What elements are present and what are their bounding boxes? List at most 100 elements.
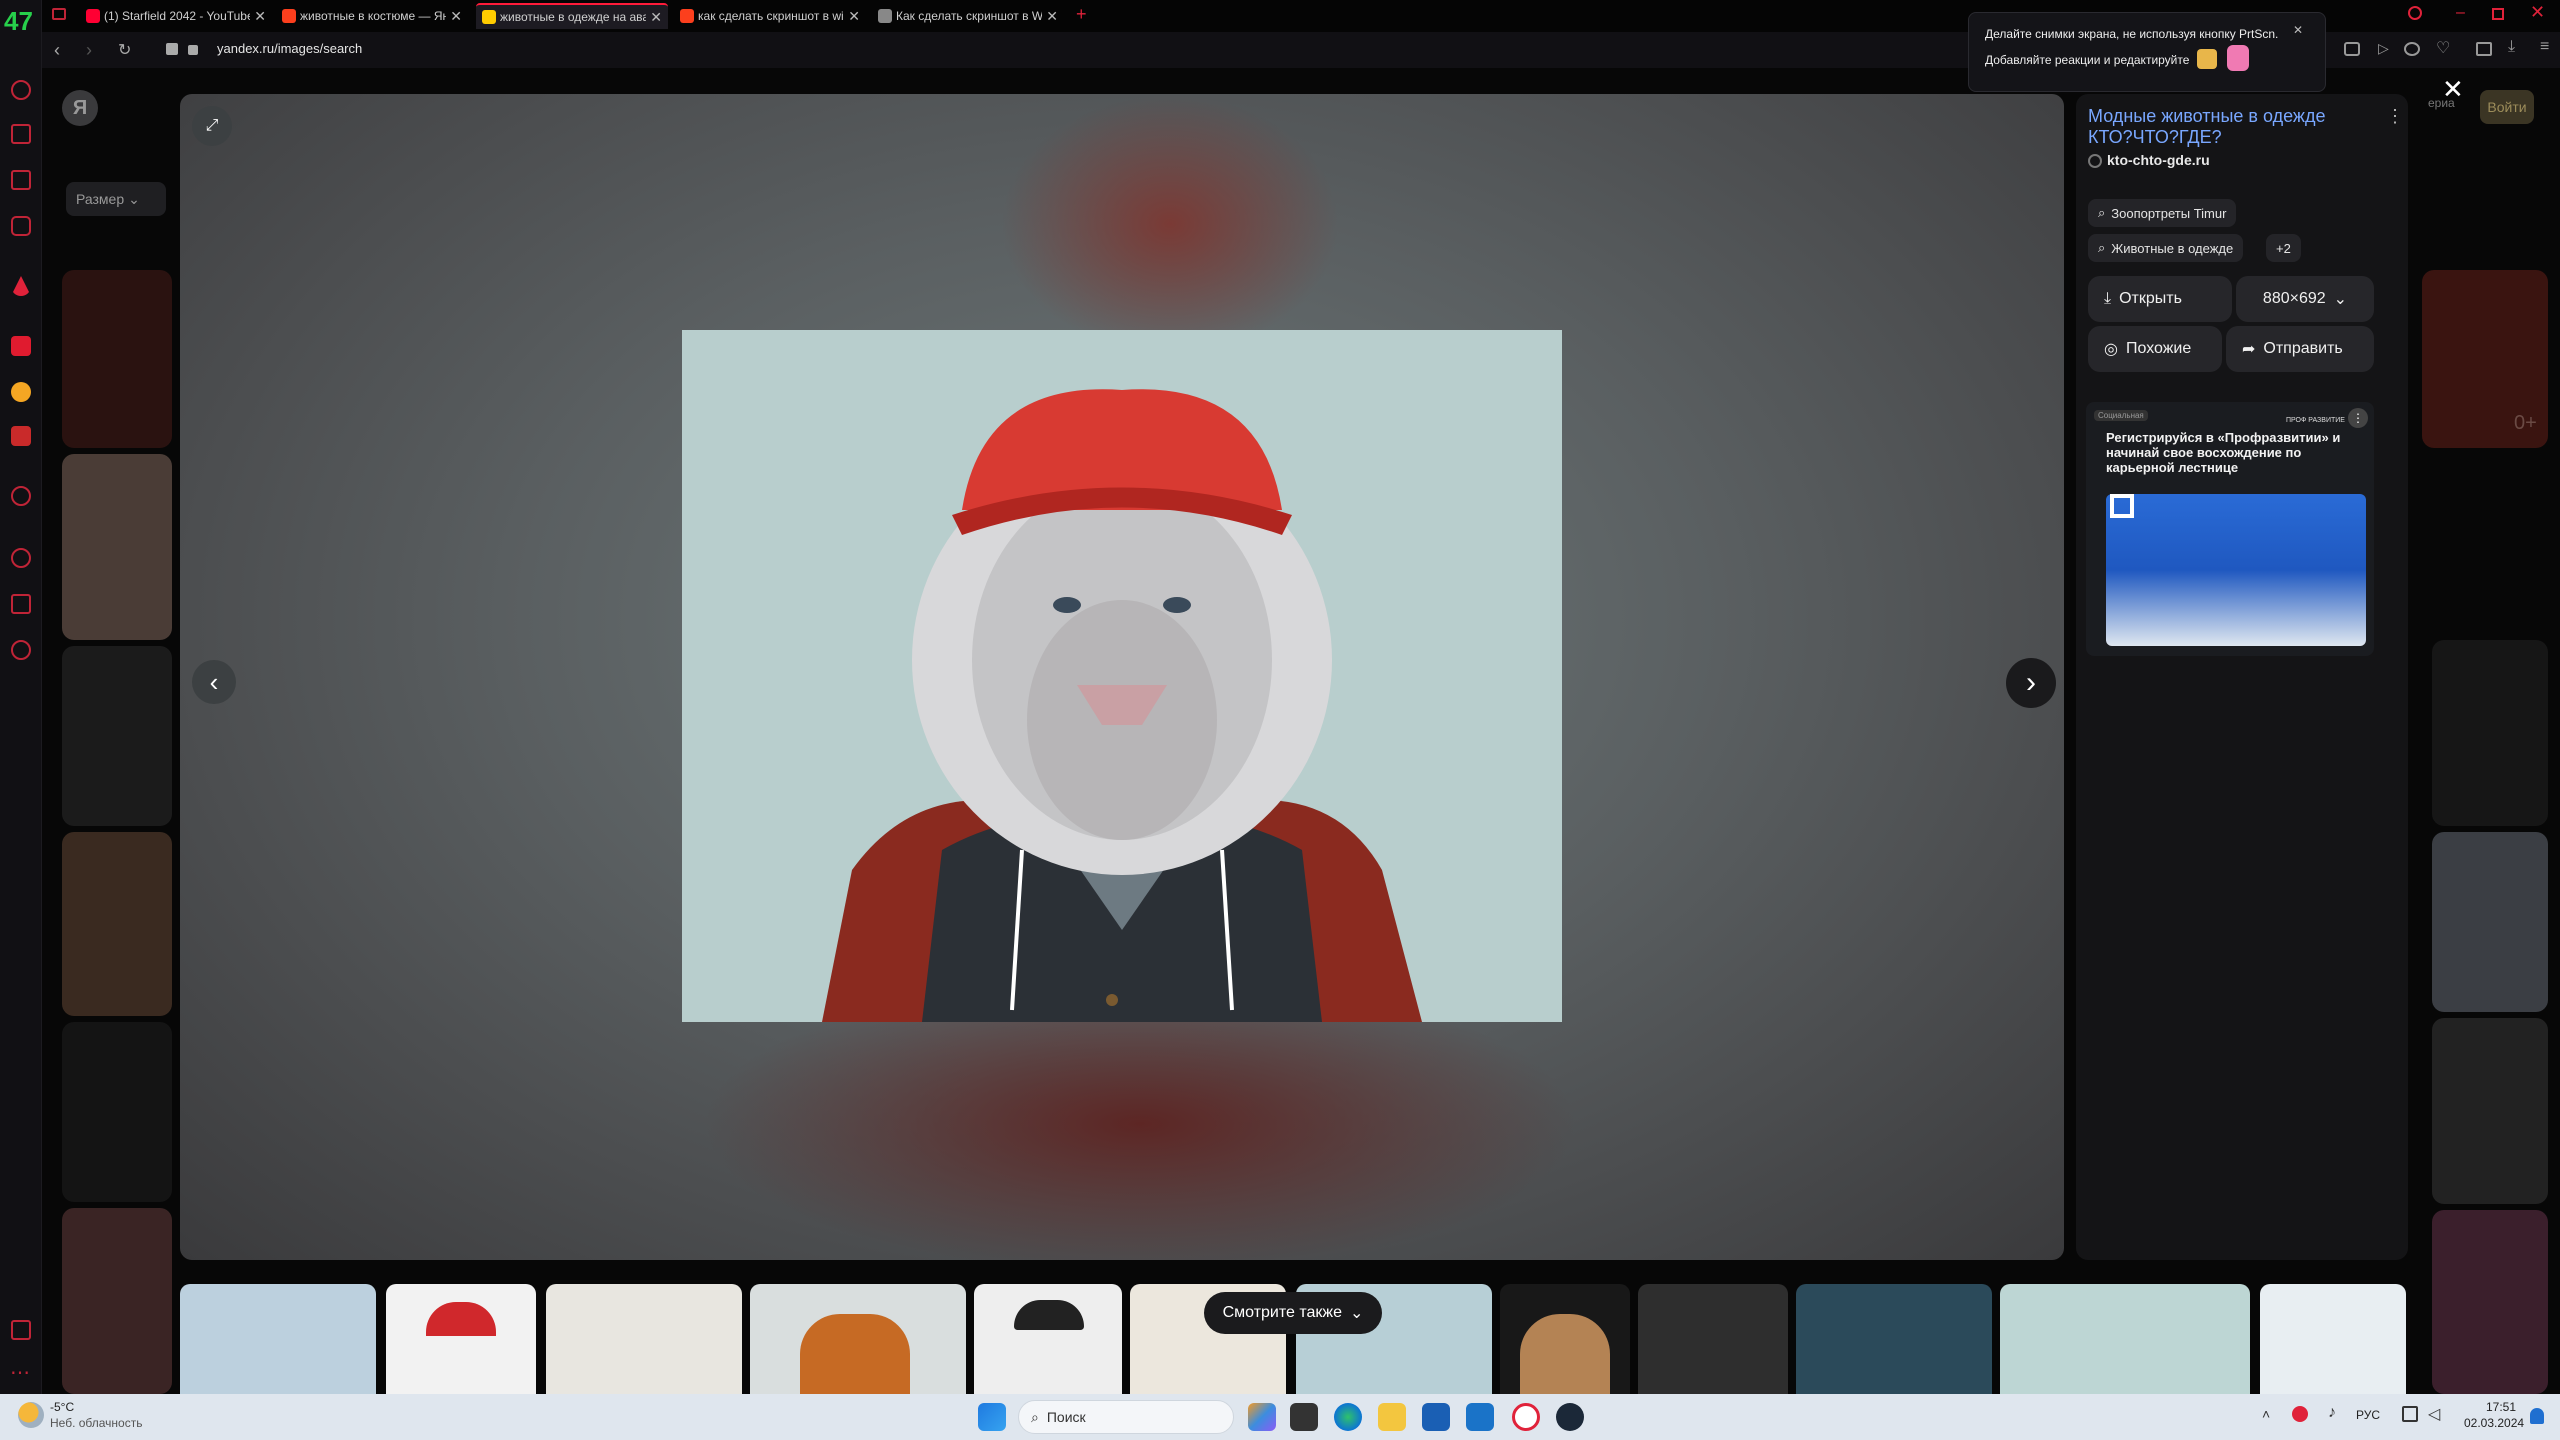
bg-thumb[interactable] [2432, 1018, 2548, 1204]
notification-icon[interactable] [2530, 1408, 2544, 1424]
task-view-icon[interactable] [1290, 1403, 1318, 1431]
login-button[interactable]: Войти [2480, 90, 2534, 124]
favorite-icon[interactable]: ♡ [2436, 38, 2450, 58]
wallet-icon[interactable] [166, 43, 178, 55]
close-tab-icon[interactable]: ✕ [650, 9, 662, 26]
related-thumb[interactable] [1796, 1284, 1992, 1394]
twitch-icon[interactable] [11, 170, 31, 190]
next-image-button[interactable]: › [2006, 658, 2056, 708]
taskbar-search[interactable]: ⌕ Поиск [1018, 1400, 1234, 1434]
steam-icon[interactable] [1556, 1403, 1584, 1431]
see-also-button[interactable]: Смотрите также ⌄ [1204, 1292, 1382, 1334]
bg-thumb[interactable] [62, 270, 172, 448]
reload-icon[interactable]: ↻ [118, 40, 131, 60]
aria-icon[interactable] [11, 276, 31, 296]
related-thumb[interactable] [750, 1284, 966, 1394]
close-tab-icon[interactable]: ✕ [1046, 8, 1058, 25]
app-icon[interactable] [11, 426, 31, 446]
related-thumb[interactable] [2260, 1284, 2406, 1394]
related-thumb[interactable] [1638, 1284, 1788, 1394]
close-viewer-button[interactable]: ✕ [2442, 74, 2464, 105]
weather-icon[interactable] [18, 1402, 44, 1428]
size-filter[interactable]: Размер ⌄ [66, 182, 166, 216]
flow-icon[interactable] [11, 80, 31, 100]
bg-thumb[interactable] [2432, 1210, 2548, 1394]
mail-icon[interactable] [1466, 1403, 1494, 1431]
file-explorer-icon[interactable] [1378, 1403, 1406, 1431]
weather-desc[interactable]: Неб. облачность [50, 1416, 142, 1430]
tray-chevron-icon[interactable]: ˄ [2262, 1406, 2270, 1422]
ad-banner[interactable]: Социальная ПРОФ РАЗВИТИЕ ⋮ Регистрируйся… [2086, 402, 2374, 656]
more-tags-chip[interactable]: +2 [2266, 234, 2301, 262]
bg-thumb[interactable] [62, 454, 172, 640]
related-thumb[interactable] [546, 1284, 742, 1394]
edge-icon[interactable] [1334, 1403, 1362, 1431]
gallery-icon[interactable] [11, 1320, 31, 1340]
ad-menu-icon[interactable]: ⋮ [2348, 408, 2368, 428]
shopping-icon[interactable] [11, 124, 31, 144]
image-title-link[interactable]: Модные животные в одежде КТО?ЧТО?ГДЕ? [2088, 106, 2368, 148]
history-icon[interactable] [11, 548, 31, 568]
close-window-button[interactable]: ✕ [2530, 2, 2545, 23]
screenshot-icon[interactable] [2344, 42, 2360, 56]
bg-thumb[interactable] [62, 832, 172, 1016]
yandex-logo[interactable]: Я [62, 90, 98, 126]
opera-gx-icon[interactable] [1512, 1403, 1540, 1431]
related-thumb[interactable] [974, 1284, 1122, 1394]
download-icon[interactable]: ⤓ [2508, 38, 2515, 56]
close-tab-icon[interactable]: ✕ [254, 8, 266, 25]
instagram-icon[interactable] [11, 216, 31, 236]
search-tabs-icon[interactable] [2408, 6, 2422, 20]
weather-temp[interactable]: -5°C [50, 1400, 74, 1414]
fullscreen-button[interactable]: ⤢ [192, 106, 232, 146]
url-field[interactable]: yandex.ru/images/search [217, 41, 362, 56]
similar-button[interactable]: ◎ Похожие [2088, 326, 2222, 372]
settings-icon[interactable] [11, 640, 31, 660]
volume-icon[interactable]: ◁ [2428, 1404, 2440, 1424]
speed-dial-icon[interactable] [52, 8, 66, 20]
related-thumb[interactable] [2000, 1284, 2250, 1394]
yandex-app-icon[interactable] [11, 336, 31, 356]
back-icon[interactable]: ‹ [54, 40, 60, 61]
minimize-button[interactable]: – [2456, 4, 2465, 22]
player-icon[interactable] [11, 486, 31, 506]
bg-thumb[interactable] [62, 646, 172, 826]
language-indicator[interactable]: РУС [2356, 1408, 2380, 1422]
more-icon[interactable]: ⋯ [10, 1360, 30, 1385]
start-icon[interactable] [978, 1403, 1006, 1431]
microphone-icon[interactable]: ♪ [2328, 1404, 2336, 1422]
tag-chip[interactable]: ⌕ Животные в одежде [2088, 234, 2244, 262]
related-thumb[interactable] [180, 1284, 376, 1394]
toast-close-icon[interactable]: ✕ [2293, 23, 2303, 37]
open-button[interactable]: ⤓ Открыть [2088, 276, 2232, 322]
store-icon[interactable] [1422, 1403, 1450, 1431]
browser-tab[interactable]: как сделать скриншот в windows ✕ [674, 3, 866, 29]
forward-icon[interactable]: › [86, 40, 92, 61]
source-domain[interactable]: kto-chto-gde.ru [2107, 152, 2210, 168]
close-tab-icon[interactable]: ✕ [848, 8, 860, 25]
clock-time[interactable]: 17:51 [2486, 1400, 2516, 1414]
bg-thumb[interactable] [62, 1208, 172, 1394]
tag-chip[interactable]: ⌕ Зоопортреты Timur [2088, 199, 2237, 227]
related-thumb[interactable] [1500, 1284, 1630, 1394]
share-button[interactable]: ➦ Отправить [2226, 326, 2374, 372]
bg-thumb[interactable] [2432, 832, 2548, 1012]
camera-icon[interactable] [2404, 42, 2420, 56]
browser-tab[interactable]: Как сделать скриншот в Windows✕ [872, 3, 1064, 29]
related-thumb[interactable] [386, 1284, 536, 1394]
extensions-icon[interactable] [11, 594, 31, 614]
bg-thumb[interactable] [2432, 640, 2548, 826]
bg-thumb[interactable] [62, 1022, 172, 1202]
box-icon[interactable] [2476, 42, 2492, 56]
music-app-icon[interactable] [11, 382, 31, 402]
send-icon[interactable]: ▷ [2378, 40, 2389, 57]
tray-app-icon[interactable] [2292, 1406, 2308, 1422]
close-tab-icon[interactable]: ✕ [450, 8, 462, 25]
new-tab-button[interactable]: + [1076, 4, 1087, 25]
lock-icon[interactable] [188, 45, 198, 55]
browser-tab[interactable]: животные в одежде на аватарку ✕ [476, 3, 668, 29]
browser-tab[interactable]: (1) Starfield 2042 - YouTube ✕ [80, 3, 272, 29]
main-image[interactable] [682, 330, 1562, 1022]
copilot-icon[interactable] [1248, 1403, 1276, 1431]
browser-tab[interactable]: животные в костюме — Яндекс✕ [276, 3, 468, 29]
